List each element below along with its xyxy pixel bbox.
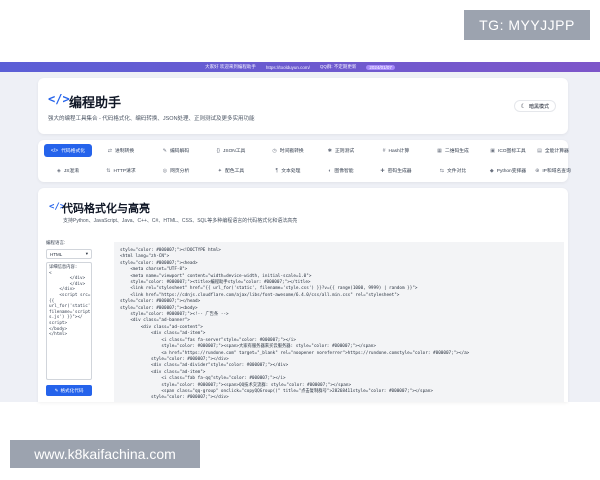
tab-16[interactable]: ◐ 图像智能 [319,164,363,177]
input-sidebar: 编程语言: HTML ▾ 详细信息内容: < </div> </div> </di… [46,240,100,396]
tab-icon: ⇄ [107,147,112,154]
tab-label: 全能计算器 [544,149,569,154]
language-select[interactable]: HTML ▾ [46,249,92,259]
header-card: </> 编程助手 强大的编程工具集合 - 代码格式化、编码转换、JSON处理、正… [38,78,568,134]
chevron-down-icon: ▾ [85,251,88,256]
tab-label: 进制转换 [115,149,135,154]
tab-label: 配色工具 [225,169,245,174]
theme-toggle-button[interactable]: ☾ 暗黑模式 [513,100,556,112]
tab-icon: ▣ [490,147,495,154]
input-line: url_for('static', [49,304,92,310]
tab-19[interactable]: ◆ Python变择器 [484,164,532,177]
tab-7[interactable]: # Hash计算 [374,144,418,157]
app-title: 编程助手 [69,95,122,110]
tab-icon: ⊕ [535,167,540,174]
tab-13[interactable]: ◎ 网页分析 [154,164,198,177]
tab-label: 代码格式化 [61,149,86,154]
announcement-link[interactable]: https://toolduyun.com/ [266,65,310,70]
tab-icon: ▦ [437,147,442,154]
section-subtitle: 支持Python、JavaScript、Java、C++、C#、HTML、CSS… [63,218,298,224]
tab-15[interactable]: ¶ 文本处理 [264,164,312,177]
tab-4[interactable]: {} JSON工具 [209,144,253,157]
tab-18[interactable]: ⇆ 文件对比 [429,164,477,177]
tab-label: 网页分析 [170,169,190,174]
tab-14[interactable]: ✦ 配色工具 [209,164,253,177]
input-line: <script src=" [49,292,92,298]
tab-10[interactable]: ▤ 全能计算器 [534,144,572,157]
tab-11[interactable]: ◈ JS混淆 [44,164,92,177]
announcement-badge: 2024/01/07 [366,64,395,70]
tab-label: 密码生成器 [387,169,412,174]
language-label: 编程语言: [46,240,66,245]
tab-icon: ⇆ [439,167,444,174]
format-code-button[interactable]: ✎ 格式化代码 [46,385,92,396]
tab-label: 文件对比 [447,169,467,174]
tab-icon: ⇅ [106,167,111,174]
tab-icon: ◈ [56,167,61,174]
input-line: </html> [49,332,68,338]
code-line: style="color: #000007;"></div> [120,395,229,401]
app-subtitle: 强大的编程工具集合 - 代码格式化、编码转换、JSON处理、正则测试及更多实用功… [48,116,255,122]
tab-label: ICO图标工具 [498,149,526,154]
tab-label: IP和域名查询 [542,169,571,174]
moon-icon: ☾ [520,103,526,110]
tab-icon: ▤ [537,147,542,154]
tab-icon: ✎ [162,147,167,154]
section-title: 代码格式化与高亮 [62,203,150,215]
tab-label: 二维码生成 [444,149,469,154]
tab-3[interactable]: ✎ 编码解码 [154,144,198,157]
tg-watermark: TG: MYYJJPP [464,10,590,40]
tab-label: JS混淆 [63,169,80,174]
tab-icon: ◎ [162,167,168,174]
tab-12[interactable]: ⇅ HTTP请求 [99,164,143,177]
format-code-label: 格式化代码 [60,387,84,393]
tab-icon: </> [50,147,59,154]
tab-icon: # [382,147,386,154]
language-value: HTML [50,251,63,257]
tab-5[interactable]: ◷ 时间戳转换 [264,144,312,157]
tab-label: Python变择器 [496,169,527,174]
tab-icon: ✚ [380,167,385,174]
tab-8[interactable]: ▦ 二维码生成 [429,144,477,157]
formatted-code-output[interactable]: style="color: #000007;"><!DOCTYPE html> <… [114,242,564,402]
tab-17[interactable]: ✚ 密码生成器 [374,164,418,177]
tab-icon: ◆ [489,167,494,174]
tab-20[interactable]: ⊕ IP和域名查询 [534,164,572,177]
tab-label: 编码解码 [170,149,190,154]
tab-label: Hash计算 [388,149,410,154]
tab-6[interactable]: ✱ 正则测试 [319,144,363,157]
tool-tabs: </> 代码格式化 ⇄ 进制转换 ✎ 编码解码 {} JSON工具 ◷ 时间戳转换 ✱ 正则测试 # Ha… [38,140,571,182]
input-line: </div> [49,276,86,282]
code-format-panel: </> 代码格式化与高亮 支持Python、JavaScript、Java、C+… [38,188,568,402]
tab-icon: ¶ [275,167,279,174]
theme-toggle-label: 暗黑模式 [528,103,549,110]
announcement-bar: 大家好 欢迎来到编程助手 https://toolduyun.com/ QQ群:… [0,62,600,72]
tab-label: 正则测试 [335,149,355,154]
tab-label: HTTP请求 [113,169,136,174]
tab-1[interactable]: </> 代码格式化 [44,144,92,157]
announcement-qq: QQ群: 不定期更新 [319,64,357,69]
tab-label: 图像智能 [334,169,354,174]
tab-label: 时间戳转换 [279,149,304,154]
tab-icon: ◷ [272,147,277,154]
wand-icon: ✎ [54,387,59,393]
tab-icon: {} [216,147,220,154]
tab-icon: ✦ [217,167,222,174]
tab-icon: ✱ [327,147,332,154]
site-watermark: www.k8kaifachina.com [10,440,200,468]
tab-icon: ◐ [328,167,332,174]
tab-label: JSON工具 [222,149,246,154]
announcement-text: 大家好 欢迎来到编程助手 [205,64,256,69]
tab-9[interactable]: ▣ ICO图标工具 [484,144,532,157]
code-logo-icon: </> [48,92,70,106]
tab-label: 文本处理 [281,169,301,174]
code-input[interactable]: 详细信息内容: < </div> </div> </div> <script sr… [46,262,92,380]
tab-2[interactable]: ⇄ 进制转换 [99,144,143,157]
